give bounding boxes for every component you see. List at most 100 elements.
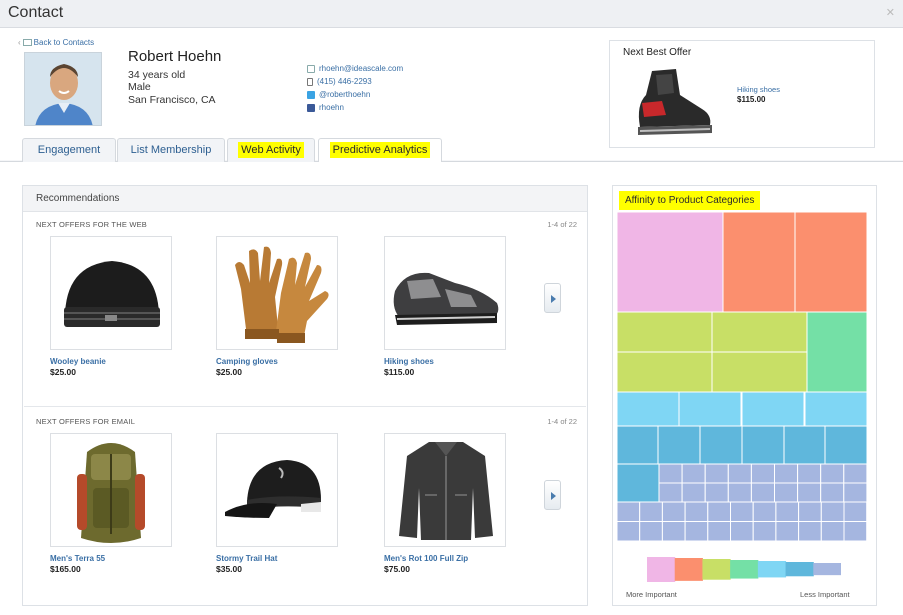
legend-more-important: More Important bbox=[626, 590, 677, 599]
treemap-cell[interactable] bbox=[798, 521, 822, 542]
product-name-link[interactable]: Camping gloves bbox=[216, 357, 338, 366]
product-image[interactable] bbox=[216, 236, 338, 350]
treemap-cell[interactable] bbox=[617, 425, 660, 465]
tab-predictive-analytics[interactable]: Predictive Analytics bbox=[318, 138, 442, 163]
treemap-cell[interactable] bbox=[699, 425, 743, 465]
treemap-cell[interactable] bbox=[775, 501, 800, 522]
treemap-cell[interactable] bbox=[824, 425, 867, 465]
treemap-cell[interactable] bbox=[711, 351, 808, 393]
product-name-link[interactable]: Men's Rot 100 Full Zip bbox=[384, 554, 506, 563]
close-icon[interactable]: ✕ bbox=[886, 6, 895, 19]
treemap-cell[interactable] bbox=[657, 425, 701, 465]
treemap-cell[interactable] bbox=[775, 521, 800, 542]
treemap-cell[interactable] bbox=[797, 463, 822, 484]
treemap-cell[interactable] bbox=[711, 311, 808, 353]
treemap-cell[interactable] bbox=[617, 521, 641, 542]
treemap-cell[interactable] bbox=[704, 482, 729, 503]
treemap-cell[interactable] bbox=[727, 463, 752, 484]
treemap-cell[interactable] bbox=[843, 463, 867, 484]
web-offers-next-button[interactable] bbox=[544, 283, 561, 313]
product-image[interactable] bbox=[50, 433, 172, 547]
treemap-cell[interactable] bbox=[798, 501, 822, 522]
treemap-cell[interactable] bbox=[617, 463, 660, 503]
treemap-cell[interactable] bbox=[774, 463, 799, 484]
treemap-cell[interactable] bbox=[678, 391, 742, 427]
product-name-link[interactable]: Stormy Trail Hat bbox=[216, 554, 338, 563]
treemap-cell[interactable] bbox=[750, 482, 775, 503]
treemap-cell[interactable] bbox=[843, 521, 867, 542]
treemap-cell[interactable] bbox=[843, 482, 867, 503]
treemap-cell[interactable] bbox=[741, 391, 805, 427]
treemap-cell[interactable] bbox=[658, 463, 683, 484]
treemap-cell[interactable] bbox=[783, 425, 827, 465]
treemap-cell[interactable] bbox=[658, 482, 683, 503]
treemap-cell[interactable] bbox=[617, 501, 641, 522]
treemap-cell[interactable] bbox=[681, 463, 706, 484]
treemap-cell[interactable] bbox=[639, 501, 663, 522]
treemap-cell[interactable] bbox=[806, 311, 867, 393]
treemap-cell[interactable] bbox=[661, 521, 686, 542]
product-card[interactable]: Hiking shoes $115.00 bbox=[384, 236, 506, 377]
treemap-cell[interactable] bbox=[843, 501, 867, 522]
treemap-cell[interactable] bbox=[804, 391, 867, 427]
product-name-link[interactable]: Men's Terra 55 bbox=[50, 554, 172, 563]
treemap-cell[interactable] bbox=[681, 482, 706, 503]
phone-channel: (415) 446-2293 bbox=[307, 75, 403, 88]
twitter-link[interactable]: @roberthoehn bbox=[319, 90, 370, 99]
treemap-cell[interactable] bbox=[707, 521, 732, 542]
treemap-cell[interactable] bbox=[727, 482, 752, 503]
product-image[interactable] bbox=[384, 236, 506, 350]
treemap-cell[interactable] bbox=[752, 501, 777, 522]
facebook-channel[interactable]: rhoehn bbox=[307, 101, 403, 114]
treemap-cell[interactable] bbox=[617, 212, 724, 313]
product-name-link[interactable]: Wooley beanie bbox=[50, 357, 172, 366]
treemap-cell[interactable] bbox=[661, 501, 686, 522]
treemap-cell[interactable] bbox=[684, 521, 709, 542]
treemap-cell[interactable] bbox=[820, 463, 845, 484]
affinity-treemap[interactable] bbox=[617, 212, 867, 541]
treemap-cell[interactable] bbox=[684, 501, 709, 522]
treemap-cell[interactable] bbox=[639, 521, 663, 542]
treemap-cell[interactable] bbox=[797, 482, 822, 503]
treemap-cell[interactable] bbox=[750, 463, 775, 484]
treemap-cell[interactable] bbox=[730, 501, 754, 522]
email-channel[interactable]: rhoehn@ideascale.com bbox=[307, 62, 403, 75]
legend-swatch bbox=[785, 562, 814, 577]
product-name-link[interactable]: Hiking shoes bbox=[384, 357, 506, 366]
product-card[interactable]: Camping gloves $25.00 bbox=[216, 236, 338, 377]
twitter-channel[interactable]: @roberthoehn bbox=[307, 88, 403, 101]
facebook-link[interactable]: rhoehn bbox=[319, 103, 344, 112]
treemap-cell[interactable] bbox=[774, 482, 799, 503]
product-card[interactable]: Men's Terra 55 $165.00 bbox=[50, 433, 172, 574]
treemap-cell[interactable] bbox=[617, 351, 713, 393]
window-titlebar: Contact ✕ bbox=[0, 0, 903, 28]
hiking-boot-icon[interactable] bbox=[632, 65, 716, 146]
treemap-cell[interactable] bbox=[722, 212, 796, 313]
back-to-contacts-link[interactable]: ‹ Back to Contacts bbox=[18, 38, 94, 47]
treemap-cell[interactable] bbox=[617, 391, 680, 427]
treemap-cell[interactable] bbox=[741, 425, 785, 465]
product-price: $115.00 bbox=[384, 367, 415, 377]
next-best-offer-product-link[interactable]: Hiking shoes bbox=[737, 85, 780, 94]
treemap-cell[interactable] bbox=[820, 521, 845, 542]
treemap-cell[interactable] bbox=[704, 463, 729, 484]
treemap-cell[interactable] bbox=[820, 482, 845, 503]
treemap-cell[interactable] bbox=[707, 501, 732, 522]
tab-engagement[interactable]: Engagement bbox=[22, 138, 116, 162]
tab-list-membership[interactable]: List Membership bbox=[117, 138, 225, 162]
treemap-cell[interactable] bbox=[730, 521, 754, 542]
treemap-cell[interactable] bbox=[752, 521, 777, 542]
product-image[interactable] bbox=[384, 433, 506, 547]
product-card[interactable]: Wooley beanie $25.00 bbox=[50, 236, 172, 377]
treemap-cell[interactable] bbox=[794, 212, 867, 313]
tab-web-activity[interactable]: Web Activity bbox=[227, 138, 315, 162]
product-price: $25.00 bbox=[216, 367, 242, 377]
product-image[interactable] bbox=[216, 433, 338, 547]
product-card[interactable]: Stormy Trail Hat $35.00 bbox=[216, 433, 338, 574]
product-image[interactable] bbox=[50, 236, 172, 350]
product-card[interactable]: Men's Rot 100 Full Zip $75.00 bbox=[384, 433, 506, 574]
treemap-cell[interactable] bbox=[617, 311, 713, 353]
email-link[interactable]: rhoehn@ideascale.com bbox=[319, 64, 403, 73]
treemap-cell[interactable] bbox=[820, 501, 845, 522]
email-offers-next-button[interactable] bbox=[544, 480, 561, 510]
